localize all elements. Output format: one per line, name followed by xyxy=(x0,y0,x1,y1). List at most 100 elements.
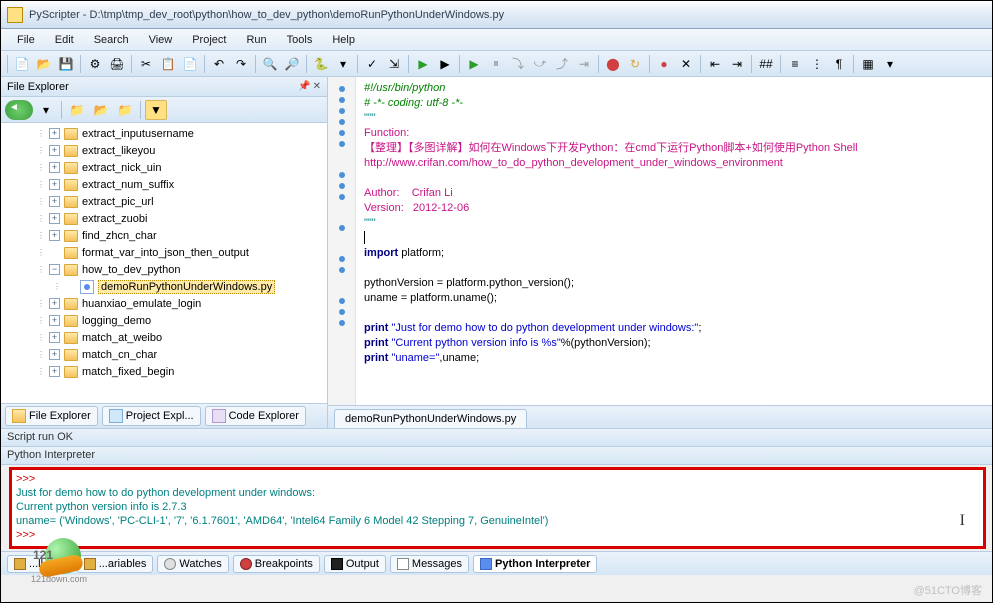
tree-folder-item[interactable]: ⋮+extract_likeyou xyxy=(1,142,327,159)
tree-folder-item[interactable]: ⋮+match_cn_char xyxy=(1,346,327,363)
menu-view[interactable]: View xyxy=(139,32,183,48)
tree-folder-item[interactable]: ⋮+huanxiao_emulate_login xyxy=(1,295,327,312)
layout-icon[interactable]: ▦ xyxy=(858,54,878,74)
cut-icon[interactable]: ✂ xyxy=(136,54,156,74)
bp-icon xyxy=(240,558,252,570)
bottom-tab-watches[interactable]: Watches xyxy=(157,555,228,573)
clear-bp-icon[interactable]: ✕ xyxy=(676,54,696,74)
dropdown2-icon[interactable]: ▾ xyxy=(880,54,900,74)
dropdown-icon[interactable]: ▾ xyxy=(333,54,353,74)
expand-icon[interactable]: + xyxy=(49,162,60,173)
menu-file[interactable]: File xyxy=(7,32,45,48)
tab-file-explorer[interactable]: File Explorer xyxy=(5,406,98,426)
menu-project[interactable]: Project xyxy=(182,32,236,48)
browse-path-icon[interactable]: 📂 xyxy=(90,100,112,120)
main-area: File Explorer 📌 ✕ ▾ 📁 📂 📁 ▼ ⋮+extract_in… xyxy=(1,77,992,429)
bottom-tab-python-interpreter[interactable]: Python Interpreter xyxy=(473,555,597,573)
output-console[interactable]: >>> Just for demo how to do python devel… xyxy=(9,467,986,549)
menu-edit[interactable]: Edit xyxy=(45,32,84,48)
expand-icon[interactable]: + xyxy=(49,298,60,309)
tree-folder-item[interactable]: ⋮+extract_pic_url xyxy=(1,193,327,210)
menu-help[interactable]: Help xyxy=(322,32,365,48)
new-file-icon[interactable]: 📄 xyxy=(12,54,32,74)
expand-icon[interactable]: + xyxy=(49,315,60,326)
folder-icon xyxy=(64,196,78,208)
special-chars-icon[interactable]: ⋮ xyxy=(807,54,827,74)
tree-folder-item[interactable]: ⋮+extract_num_suffix xyxy=(1,176,327,193)
import-icon[interactable]: ⇲ xyxy=(384,54,404,74)
search-icon[interactable]: 🔍 xyxy=(260,54,280,74)
step-into-icon[interactable]: ⤵ xyxy=(508,54,528,74)
menu-tools[interactable]: Tools xyxy=(277,32,323,48)
expand-icon[interactable]: + xyxy=(49,349,60,360)
refresh-tree-icon[interactable]: 📁 xyxy=(114,100,136,120)
expand-icon[interactable]: − xyxy=(49,264,60,275)
tab-code-explorer[interactable]: Code Explorer xyxy=(205,406,306,426)
tree-item-label: demoRunPythonUnderWindows.py xyxy=(98,280,275,294)
undo-icon[interactable]: ↶ xyxy=(209,54,229,74)
tree-folder-item[interactable]: ⋮+extract_inputusername xyxy=(1,125,327,142)
reinit-icon[interactable]: ↻ xyxy=(625,54,645,74)
tree-file-item[interactable]: ⋮demoRunPythonUnderWindows.py xyxy=(1,278,327,295)
menu-search[interactable]: Search xyxy=(84,32,139,48)
tree-folder-item[interactable]: ⋮format_var_into_json_then_output xyxy=(1,244,327,261)
copy-icon[interactable]: 📋 xyxy=(158,54,178,74)
search-next-icon[interactable]: 🔎 xyxy=(282,54,302,74)
bottom-tab-breakpoints[interactable]: Breakpoints xyxy=(233,555,320,573)
tree-folder-item[interactable]: ⋮+extract_zuobi xyxy=(1,210,327,227)
menu-run[interactable]: Run xyxy=(236,32,276,48)
bottom-tab-messages[interactable]: Messages xyxy=(390,555,469,573)
tree-folder-item[interactable]: ⋮−how_to_dev_python xyxy=(1,261,327,278)
paste-icon[interactable]: 📄 xyxy=(180,54,200,74)
tree-item-label: extract_pic_url xyxy=(82,196,154,208)
expand-icon[interactable]: + xyxy=(49,128,60,139)
nav-dropdown-icon[interactable]: ▾ xyxy=(35,100,57,120)
sidebar: File Explorer 📌 ✕ ▾ 📁 📂 📁 ▼ ⋮+extract_in… xyxy=(1,77,328,429)
python-icon[interactable]: 🐍 xyxy=(311,54,331,74)
expand-icon[interactable]: + xyxy=(49,366,60,377)
filter-icon[interactable]: ▼ xyxy=(145,100,167,120)
save-icon[interactable]: 💾 xyxy=(56,54,76,74)
tree-folder-item[interactable]: ⋮+logging_demo xyxy=(1,312,327,329)
pause-icon[interactable]: ⏸ xyxy=(486,54,506,74)
editor-tab-file[interactable]: demoRunPythonUnderWindows.py xyxy=(334,409,527,428)
bottom-tabs: ...ll St......ariablesWatchesBreakpoints… xyxy=(1,551,992,575)
file-tree[interactable]: ⋮+extract_inputusername⋮+extract_likeyou… xyxy=(1,123,327,403)
nav-back-icon[interactable] xyxy=(5,100,33,120)
comment-icon[interactable]: ## xyxy=(756,54,776,74)
code-editor[interactable]: #!/usr/bin/python # -*- coding: utf-8 -*… xyxy=(356,77,992,405)
expand-icon[interactable]: + xyxy=(49,332,60,343)
folder-up-icon[interactable]: 📁 xyxy=(66,100,88,120)
editor-gutter[interactable] xyxy=(328,77,356,405)
close-panel-icon[interactable]: ✕ xyxy=(313,81,321,92)
pin-icon[interactable]: 📌 xyxy=(298,81,310,92)
bottom-tab-output[interactable]: Output xyxy=(324,555,386,573)
step-over-icon[interactable]: ⤻ xyxy=(530,54,550,74)
tree-folder-item[interactable]: ⋮+find_zhcn_char xyxy=(1,227,327,244)
syntax-check-icon[interactable]: ✓ xyxy=(362,54,382,74)
debug-icon[interactable]: ▶ xyxy=(464,54,484,74)
tree-folder-item[interactable]: ⋮+extract_nick_uin xyxy=(1,159,327,176)
print-icon[interactable]: 🖨 xyxy=(107,54,127,74)
toggle-bp-icon[interactable]: ● xyxy=(654,54,674,74)
tree-folder-item[interactable]: ⋮+match_fixed_begin xyxy=(1,363,327,380)
expand-icon[interactable]: + xyxy=(49,230,60,241)
run-ext-icon[interactable]: ▶ xyxy=(435,54,455,74)
expand-icon[interactable]: + xyxy=(49,179,60,190)
step-out-icon[interactable]: ⤴ xyxy=(552,54,572,74)
run-icon[interactable]: ▶ xyxy=(413,54,433,74)
tab-project-explorer[interactable]: Project Expl... xyxy=(102,406,201,426)
run-to-cursor-icon[interactable]: ⇥ xyxy=(574,54,594,74)
indent-right-icon[interactable]: ⇥ xyxy=(727,54,747,74)
redo-icon[interactable]: ↷ xyxy=(231,54,251,74)
stop-icon[interactable]: ⬤ xyxy=(603,54,623,74)
tree-folder-item[interactable]: ⋮+match_at_weibo xyxy=(1,329,327,346)
paragraph-icon[interactable]: ¶ xyxy=(829,54,849,74)
expand-icon[interactable]: + xyxy=(49,213,60,224)
expand-icon[interactable]: + xyxy=(49,145,60,156)
open-file-icon[interactable]: 📂 xyxy=(34,54,54,74)
indent-left-icon[interactable]: ⇤ xyxy=(705,54,725,74)
expand-icon[interactable]: + xyxy=(49,196,60,207)
setup-icon[interactable]: ⚙ xyxy=(85,54,105,74)
line-numbers-icon[interactable]: ≡ xyxy=(785,54,805,74)
